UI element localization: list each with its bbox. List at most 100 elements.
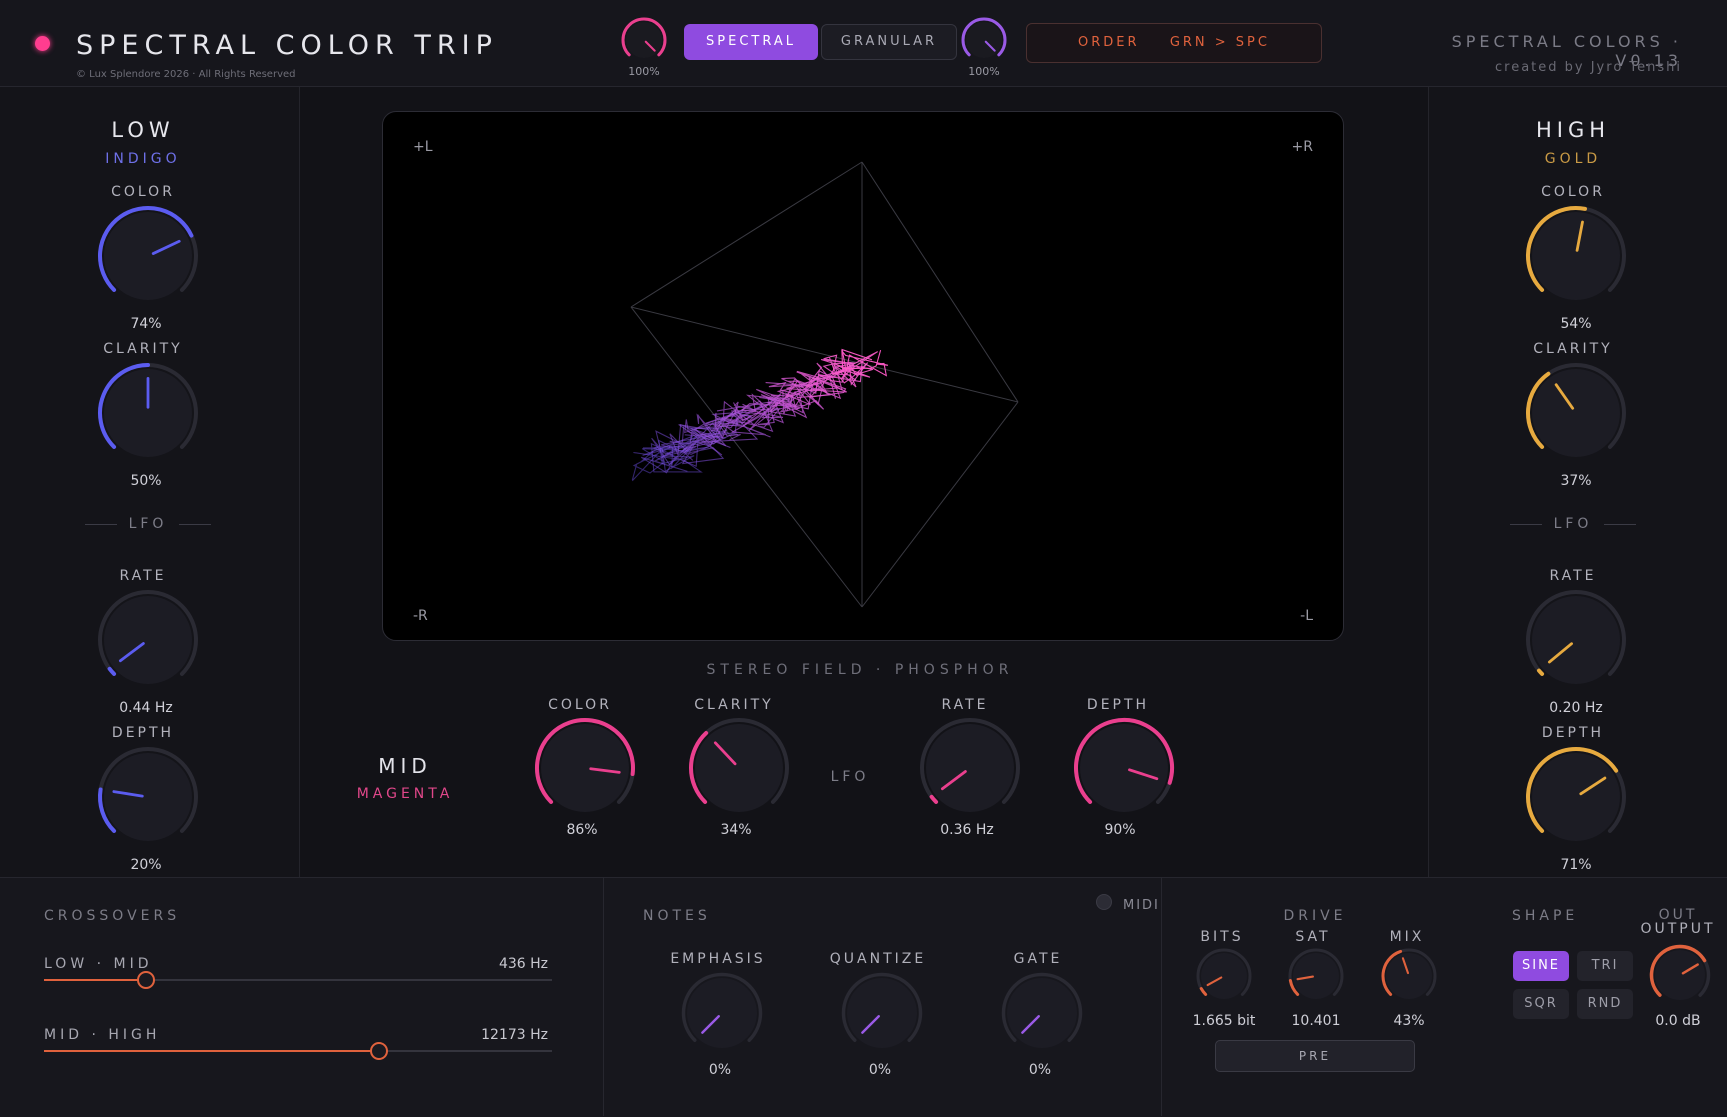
midi-label: MIDI: [1123, 898, 1160, 913]
gate-value: 0%: [1028, 1062, 1052, 1078]
mid-depth-value: 90%: [1104, 822, 1136, 838]
mid-color-label: COLOR: [548, 697, 612, 713]
midi-toggle[interactable]: [1096, 894, 1112, 910]
low-mid-value: 436 Hz: [498, 956, 548, 972]
order-value: GRN > SPC: [1169, 35, 1270, 50]
output-trim-knob[interactable]: [960, 16, 1008, 64]
low-rate-value: 0.44 Hz: [119, 700, 173, 716]
low-depth-knob[interactable]: [96, 745, 200, 849]
low-mid-slider-thumb[interactable]: [136, 971, 155, 989]
crossovers-title: CROSSOVERS: [44, 908, 181, 924]
scope-caption: STEREO FIELD · PHOSPHOR: [706, 662, 1014, 678]
phosphor-trace: [631, 348, 889, 482]
mode-granular-button[interactable]: GRANULAR: [821, 24, 957, 60]
low-rate-knob[interactable]: [96, 588, 200, 692]
order-button[interactable]: ORDER GRN > SPC: [1026, 23, 1322, 63]
output-trim-value: 100%: [968, 65, 1000, 78]
knob-face: [626, 22, 662, 58]
input-trim-value: 100%: [628, 65, 660, 78]
mid-depth-knob[interactable]: [1072, 716, 1176, 820]
knob-value-arc: [1199, 987, 1208, 996]
knob-face: [104, 753, 192, 841]
mid-rate-value: 0.36 Hz: [940, 822, 994, 838]
scope-corner-bottom-right: -L: [1300, 608, 1313, 624]
emphasis-value: 0%: [708, 1062, 732, 1078]
low-band-name: LOW: [111, 118, 175, 142]
knob-face: [695, 724, 783, 812]
mid-high-fill: [44, 1050, 380, 1052]
pre-button[interactable]: PRE: [1215, 1040, 1415, 1072]
shape-rnd-button[interactable]: RND: [1577, 989, 1633, 1019]
input-trim-knob[interactable]: [620, 16, 668, 64]
shape-sine-button[interactable]: SINE: [1513, 951, 1569, 981]
high-rate-label: RATE: [1549, 568, 1597, 584]
mid-rate-knob[interactable]: [918, 716, 1022, 820]
knob-value-arc: [107, 666, 117, 676]
bottom-divider: [1161, 877, 1162, 1116]
high-rate-value: 0.20 Hz: [1549, 700, 1603, 716]
high-clarity-value: 37%: [1560, 473, 1592, 489]
high-rate-knob[interactable]: [1524, 588, 1628, 692]
high-clarity-label: CLARITY: [1533, 341, 1613, 357]
low-lfo-divider: LFO: [38, 516, 258, 532]
scope-corner-top-left: +L: [413, 139, 433, 155]
knob-face: [1386, 953, 1432, 999]
knob-face: [1080, 724, 1168, 812]
power-indicator-icon[interactable]: [35, 36, 50, 51]
drive-title: DRIVE: [1283, 908, 1347, 924]
low-mid-label: LOW · MID: [44, 956, 153, 972]
bottom-divider: [603, 877, 604, 1116]
mix-value: 43%: [1393, 1013, 1425, 1029]
gate-knob[interactable]: [1000, 971, 1084, 1055]
mid-band-subtitle: MAGENTA: [356, 786, 454, 802]
gate-label: GATE: [1013, 951, 1063, 967]
low-rate-label: RATE: [119, 568, 167, 584]
scope-corner-top-right: +R: [1291, 139, 1313, 155]
knob-face: [1532, 596, 1620, 684]
order-label: ORDER: [1078, 35, 1140, 50]
mid-color-value: 86%: [566, 822, 598, 838]
knob-face: [1532, 369, 1620, 457]
mix-knob[interactable]: [1380, 947, 1438, 1005]
shape-tri-button[interactable]: TRI: [1577, 951, 1633, 981]
high-depth-value: 71%: [1560, 857, 1592, 873]
knob-face: [1532, 212, 1620, 300]
mid-clarity-knob[interactable]: [687, 716, 791, 820]
emphasis-label: EMPHASIS: [670, 951, 766, 967]
mix-label: MIX: [1389, 929, 1425, 945]
scope-guide-line: [861, 161, 1019, 403]
scope-vectors: [630, 161, 1019, 608]
shape-sqr-button[interactable]: SQR: [1513, 989, 1569, 1019]
high-lfo-divider: LFO: [1463, 516, 1683, 532]
mid-high-value: 12173 Hz: [481, 1027, 548, 1043]
knob-face: [1532, 753, 1620, 841]
mode-spectral-button[interactable]: SPECTRAL: [684, 24, 818, 60]
knob-face: [1007, 978, 1077, 1048]
copyright-text: © Lux Splendore 2026 · All Rights Reserv…: [76, 69, 296, 80]
bits-knob[interactable]: [1195, 947, 1253, 1005]
knob-face: [104, 212, 192, 300]
low-clarity-label: CLARITY: [103, 341, 183, 357]
mid-depth-label: DEPTH: [1086, 697, 1150, 713]
quantize-knob[interactable]: [840, 971, 924, 1055]
low-color-knob[interactable]: [96, 204, 200, 308]
high-color-knob[interactable]: [1524, 204, 1628, 308]
knob-face: [687, 978, 757, 1048]
low-mid-fill: [44, 979, 146, 981]
knob-face: [1293, 953, 1339, 999]
high-depth-knob[interactable]: [1524, 745, 1628, 849]
knob-face: [104, 596, 192, 684]
sat-knob[interactable]: [1287, 947, 1345, 1005]
credit-text: created by Jyro Tenshi: [1495, 60, 1682, 75]
notes-title: NOTES: [643, 908, 711, 924]
emphasis-knob[interactable]: [680, 971, 764, 1055]
mid-color-knob[interactable]: [533, 716, 637, 820]
knob-face: [926, 724, 1014, 812]
mid-high-label: MID · HIGH: [44, 1027, 161, 1043]
low-clarity-value: 50%: [130, 473, 162, 489]
high-clarity-knob[interactable]: [1524, 361, 1628, 465]
low-band-subtitle: INDIGO: [105, 151, 181, 167]
scope-guide-line: [630, 306, 1019, 403]
output-knob[interactable]: [1648, 943, 1712, 1007]
low-clarity-knob[interactable]: [96, 361, 200, 465]
